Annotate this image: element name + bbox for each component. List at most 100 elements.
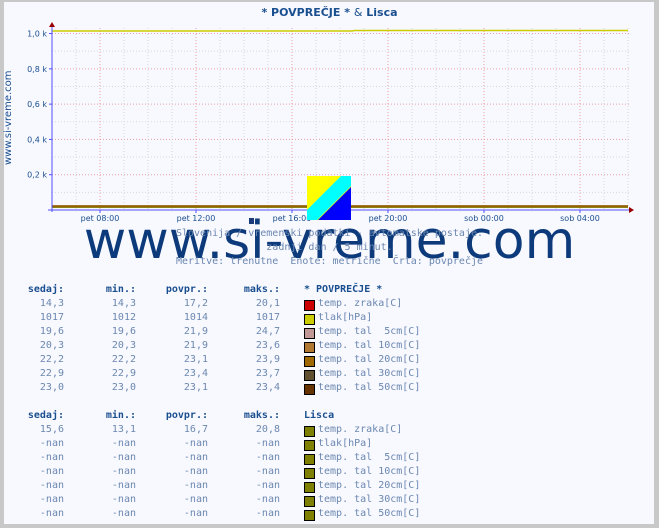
value-min: -nan	[111, 494, 136, 505]
legend-swatch-icon	[304, 454, 315, 465]
chart-svg: 0,2 k0,4 k0,6 k0,8 k1,0 k pet 08:00 pet 1…	[27, 22, 634, 224]
value-avg: 23,1	[183, 382, 208, 393]
column-header: min.:	[105, 410, 136, 421]
value-now: 19,6	[39, 326, 64, 337]
value-now: 20,3	[39, 340, 64, 351]
value-min: 20,3	[111, 340, 136, 351]
caption-line-3: Meritve: trenutne Enote: metrične Črta: …	[175, 256, 484, 267]
value-min: 14,3	[111, 298, 136, 309]
table-row: -nan -nan -nan -nan temp. tal 20cm[C]	[0, 480, 659, 494]
caption-line-2: zadnji dan / 5 minut.	[266, 242, 393, 253]
value-max: -nan	[255, 480, 280, 491]
legend-swatch-icon	[304, 314, 315, 325]
value-now: 22,2	[39, 354, 64, 365]
series-label: temp. tal 10cm[C]	[318, 340, 421, 351]
value-now: -nan	[39, 494, 64, 505]
series-label: temp. tal 30cm[C]	[318, 368, 421, 379]
legend-swatch-icon	[304, 468, 315, 479]
legend-swatch-icon	[304, 510, 315, 521]
value-min: 13,1	[111, 424, 136, 435]
value-now: -nan	[39, 466, 64, 477]
value-max: 23,9	[255, 354, 280, 365]
value-avg: 21,9	[183, 326, 208, 337]
legend-swatch-icon	[304, 440, 315, 451]
value-max: -nan	[255, 466, 280, 477]
value-now: 14,3	[39, 298, 64, 309]
value-now: 15,6	[39, 424, 64, 435]
y-tick-label: 0,4 k	[27, 135, 47, 144]
y-tick-label: 0,6 k	[27, 100, 47, 109]
series-label: tlak[hPa]	[318, 312, 373, 323]
value-max: 23,4	[255, 382, 280, 393]
table-header-row: sedaj: min.: povpr.: maks.: Lisca	[0, 410, 659, 424]
table-row: 20,3 20,3 21,9 23,6 temp. tal 10cm[C]	[0, 340, 659, 354]
value-min: -nan	[111, 508, 136, 519]
value-now: -nan	[39, 508, 64, 519]
value-min: -nan	[111, 452, 136, 463]
value-max: 23,6	[255, 340, 280, 351]
legend-swatch-icon	[304, 370, 315, 381]
value-avg: -nan	[183, 480, 208, 491]
value-min: 22,2	[111, 354, 136, 365]
value-min: -nan	[111, 466, 136, 477]
table-row: 19,6 19,6 21,9 24,7 temp. tal 5cm[C]	[0, 326, 659, 340]
column-header: maks.:	[243, 410, 280, 421]
value-now: 1017	[39, 312, 64, 323]
table-row: 1017 1012 1014 1017 tlak[hPa]	[0, 312, 659, 326]
series-line	[52, 29, 628, 32]
column-header: sedaj:	[27, 284, 64, 295]
table-row: -nan -nan -nan -nan temp. tal 5cm[C]	[0, 452, 659, 466]
y-axis-arrow	[49, 22, 55, 27]
value-now: 22,9	[39, 368, 64, 379]
column-header: maks.:	[243, 284, 280, 295]
series-label: temp. tal 5cm[C]	[318, 452, 421, 463]
legend-swatch-icon	[304, 482, 315, 493]
legend-swatch-icon	[304, 342, 315, 353]
series-label: temp. tal 50cm[C]	[318, 508, 421, 519]
value-max: 23,7	[255, 368, 280, 379]
value-max: 24,7	[255, 326, 280, 337]
value-max: 20,8	[255, 424, 280, 435]
series-label: tlak[hPa]	[318, 438, 373, 449]
value-avg: -nan	[183, 452, 208, 463]
series-label: temp. zraka[C]	[318, 424, 403, 435]
value-max: -nan	[255, 438, 280, 449]
value-min: 23,0	[111, 382, 136, 393]
series-label: temp. tal 20cm[C]	[318, 354, 421, 365]
section-title: * POVPREČJE *	[304, 284, 383, 295]
value-now: -nan	[39, 438, 64, 449]
legend-swatch-icon	[304, 426, 315, 437]
y-tick-label: 0,2 k	[27, 171, 47, 180]
series-label: temp. zraka[C]	[318, 298, 403, 309]
value-now: 23,0	[39, 382, 64, 393]
table-row: 22,9 22,9 23,4 23,7 temp. tal 30cm[C]	[0, 368, 659, 382]
value-avg: 23,4	[183, 368, 208, 379]
series-label: temp. tal 5cm[C]	[318, 326, 421, 337]
legend-swatch-icon	[304, 496, 315, 507]
table-row: -nan -nan -nan -nan temp. tal 50cm[C]	[0, 508, 659, 522]
value-avg: 21,9	[183, 340, 208, 351]
value-avg: -nan	[183, 438, 208, 449]
value-avg: -nan	[183, 494, 208, 505]
value-min: 1012	[111, 312, 136, 323]
legend-swatch-icon	[304, 384, 315, 395]
column-header: povpr.:	[165, 284, 208, 295]
table-row: 15,6 13,1 16,7 20,8 temp. zraka[C]	[0, 424, 659, 438]
table-row: 22,2 22,2 23,1 23,9 temp. tal 20cm[C]	[0, 354, 659, 368]
column-header: sedaj:	[27, 410, 64, 421]
value-min: -nan	[111, 480, 136, 491]
value-avg: 23,1	[183, 354, 208, 365]
value-avg: 17,2	[183, 298, 208, 309]
y-tick-label: 1,0 k	[27, 30, 47, 39]
section-title: Lisca	[304, 410, 335, 421]
table-header-row: sedaj: min.: povpr.: maks.: * POVPREČJE *	[0, 284, 659, 298]
column-header: min.:	[105, 284, 136, 295]
value-min: 19,6	[111, 326, 136, 337]
table-row: -nan -nan -nan -nan temp. tal 30cm[C]	[0, 494, 659, 508]
y-tick-labels: 0,2 k 0,4 k 0,6 k 0,8 k 1,0 k	[27, 30, 52, 180]
legend-swatch-icon	[304, 356, 315, 367]
table-row: -nan -nan -nan -nan tlak[hPa]	[0, 438, 659, 452]
value-min: 22,9	[111, 368, 136, 379]
value-max: 1017	[255, 312, 280, 323]
value-now: -nan	[39, 452, 64, 463]
